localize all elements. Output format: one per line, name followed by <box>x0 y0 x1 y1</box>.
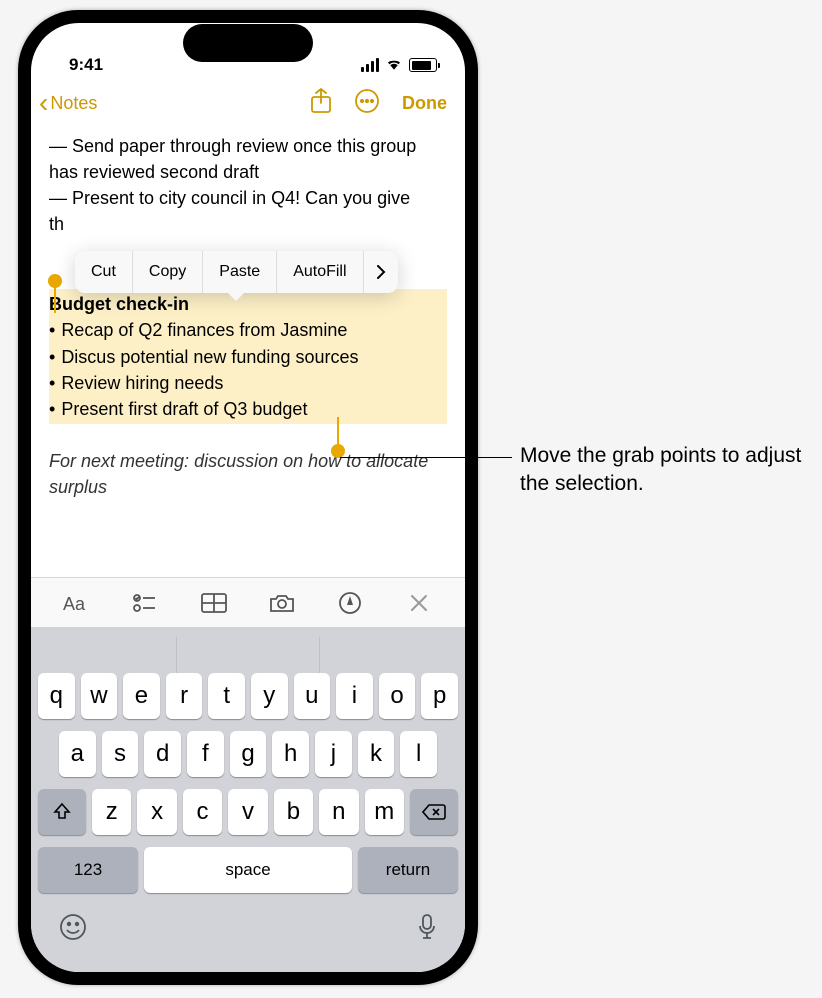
key-p[interactable]: p <box>421 673 458 719</box>
list-item: •Review hiring needs <box>49 370 447 396</box>
copy-button[interactable]: Copy <box>133 251 203 293</box>
battery-icon <box>409 58 437 72</box>
checklist-icon[interactable] <box>125 593 165 613</box>
keyboard-row: a s d f g h j k l <box>35 731 461 777</box>
markup-icon[interactable] <box>330 592 370 614</box>
selection-title: Budget check-in <box>49 291 447 317</box>
text-context-menu: Cut Copy Paste AutoFill <box>75 251 398 293</box>
status-icons <box>361 55 437 75</box>
prediction-slot[interactable] <box>320 637 461 673</box>
note-text: — Send paper through review once this gr… <box>49 133 447 185</box>
key-u[interactable]: u <box>294 673 331 719</box>
key-b[interactable]: b <box>274 789 313 835</box>
cut-button[interactable]: Cut <box>75 251 133 293</box>
more-icon[interactable] <box>354 88 380 119</box>
key-z[interactable]: z <box>92 789 131 835</box>
key-g[interactable]: g <box>230 731 267 777</box>
key-q[interactable]: q <box>38 673 75 719</box>
key-s[interactable]: s <box>102 731 139 777</box>
key-r[interactable]: r <box>166 673 203 719</box>
key-i[interactable]: i <box>336 673 373 719</box>
close-icon[interactable] <box>399 594 439 612</box>
shift-key[interactable] <box>38 789 86 835</box>
microphone-icon[interactable] <box>417 913 437 946</box>
keyboard-footer <box>35 907 461 968</box>
status-time: 9:41 <box>69 55 103 75</box>
key-f[interactable]: f <box>187 731 224 777</box>
key-k[interactable]: k <box>358 731 395 777</box>
key-m[interactable]: m <box>365 789 404 835</box>
dynamic-island <box>183 24 313 62</box>
delete-key[interactable] <box>410 789 458 835</box>
key-x[interactable]: x <box>137 789 176 835</box>
note-text: th <box>49 211 447 237</box>
back-label: Notes <box>50 93 97 114</box>
note-editor[interactable]: — Send paper through review once this gr… <box>31 127 465 577</box>
cellular-signal-icon <box>361 58 379 72</box>
key-n[interactable]: n <box>319 789 358 835</box>
key-v[interactable]: v <box>228 789 267 835</box>
selection-start-handle[interactable] <box>48 274 62 288</box>
keyboard-row: q w e r t y u i o p <box>35 673 461 719</box>
navigation-bar: ‹ Notes Done <box>31 79 465 127</box>
list-item: •Discus potential new funding sources <box>49 344 447 370</box>
prediction-bar <box>35 637 461 673</box>
key-o[interactable]: o <box>379 673 416 719</box>
phone-frame: 9:41 ‹ Notes <box>18 10 478 985</box>
return-key[interactable]: return <box>358 847 458 893</box>
paste-button[interactable]: Paste <box>203 251 277 293</box>
text-selection[interactable]: Budget check-in •Recap of Q2 finances fr… <box>49 289 447 423</box>
prediction-slot[interactable] <box>177 637 319 673</box>
key-e[interactable]: e <box>123 673 160 719</box>
callout-text: Move the grab points to adjust the selec… <box>520 442 822 499</box>
camera-icon[interactable] <box>262 593 302 613</box>
keyboard-row: 123 space return <box>35 847 461 893</box>
keyboard-row: z x c v b n m <box>35 789 461 835</box>
key-j[interactable]: j <box>315 731 352 777</box>
text-format-icon[interactable]: Aa <box>57 593 97 613</box>
autofill-button[interactable]: AutoFill <box>277 251 363 293</box>
space-key[interactable]: space <box>144 847 352 893</box>
note-text: — Present to city council in Q4! Can you… <box>49 185 447 211</box>
key-h[interactable]: h <box>272 731 309 777</box>
note-text-italic: For next meeting: discussion on how to a… <box>49 448 447 500</box>
key-a[interactable]: a <box>59 731 96 777</box>
key-y[interactable]: y <box>251 673 288 719</box>
svg-text:Aa: Aa <box>63 594 86 613</box>
list-item: •Present first draft of Q3 budget <box>49 396 447 422</box>
table-icon[interactable] <box>194 593 234 613</box>
key-t[interactable]: t <box>208 673 245 719</box>
chevron-left-icon: ‹ <box>39 89 48 117</box>
format-toolbar: Aa <box>31 577 465 627</box>
numbers-key[interactable]: 123 <box>38 847 138 893</box>
prediction-slot[interactable] <box>35 637 177 673</box>
keyboard: q w e r t y u i o p a s d f g h j k l <box>31 627 465 972</box>
done-button[interactable]: Done <box>402 93 447 114</box>
screen: 9:41 ‹ Notes <box>31 23 465 972</box>
share-icon[interactable] <box>310 88 332 119</box>
callout-leader-line <box>340 457 512 458</box>
context-more-button[interactable] <box>364 265 398 279</box>
back-button[interactable]: ‹ Notes <box>39 89 97 117</box>
key-w[interactable]: w <box>81 673 118 719</box>
emoji-icon[interactable] <box>59 913 87 946</box>
list-item: •Recap of Q2 finances from Jasmine <box>49 317 447 343</box>
key-d[interactable]: d <box>144 731 181 777</box>
wifi-icon <box>385 55 403 75</box>
key-c[interactable]: c <box>183 789 222 835</box>
key-l[interactable]: l <box>400 731 437 777</box>
